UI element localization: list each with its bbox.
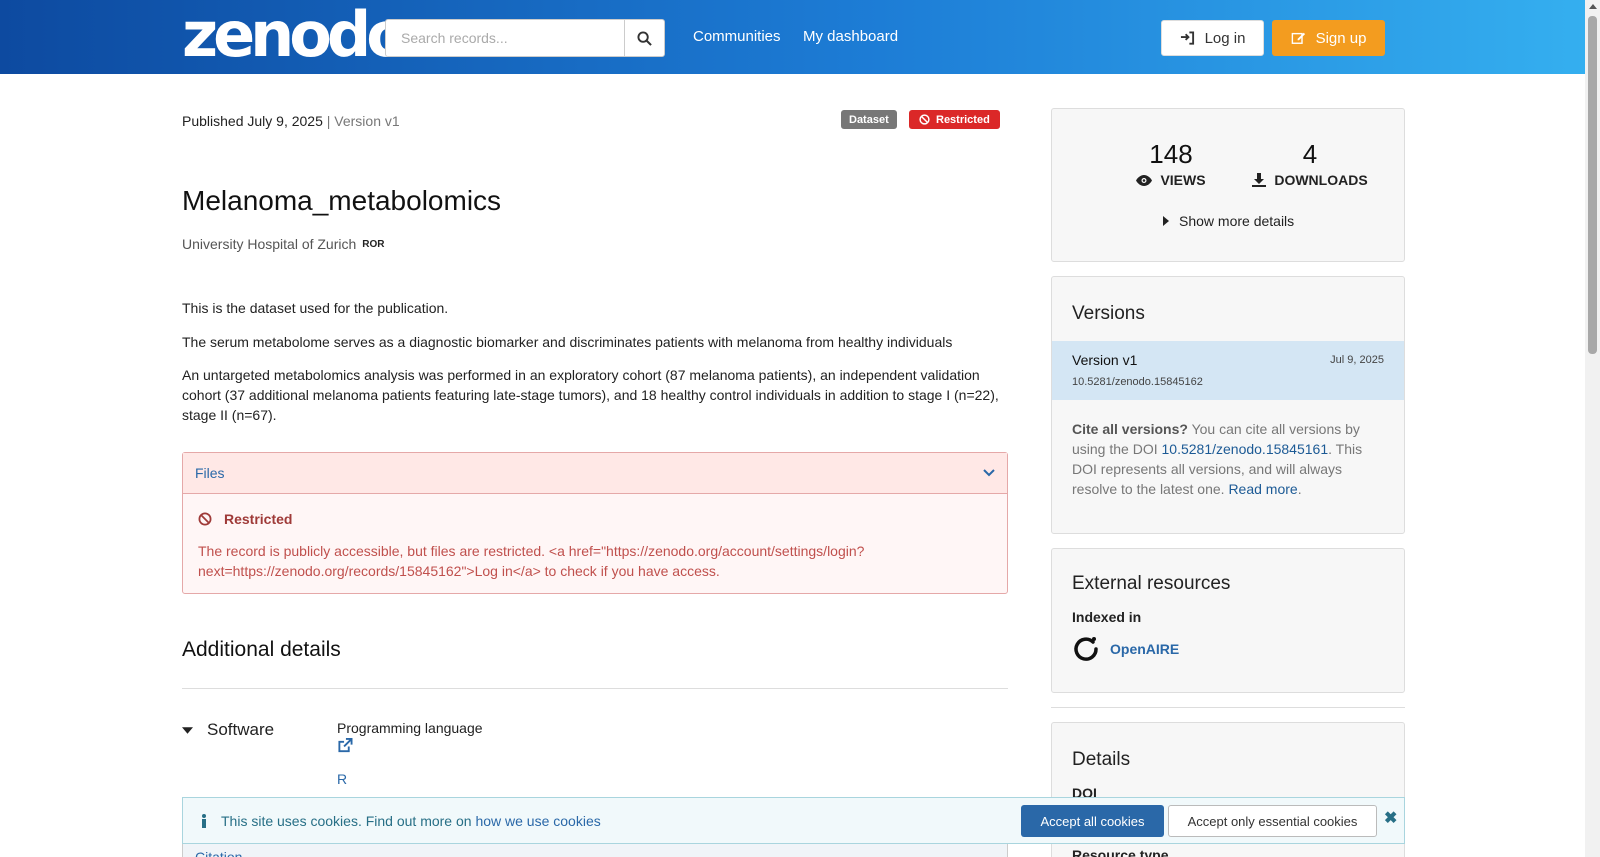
description-paragraph: This is the dataset used for the publica… <box>182 300 449 316</box>
description-paragraph: An untargeted metabolomics analysis was … <box>182 367 999 423</box>
files-panel: Files Restricted The record is publicly … <box>182 452 1008 594</box>
versions-heading: Versions <box>1072 303 1145 324</box>
software-accordion-toggle[interactable]: Software <box>182 720 274 740</box>
eye-icon <box>1136 174 1153 186</box>
cookie-text: This site uses cookies. Find out more on <box>221 813 476 829</box>
openaire-label: OpenAIRE <box>1110 641 1180 657</box>
close-icon[interactable]: ✖ <box>1384 808 1397 828</box>
description-paragraph: The serum metabolome serves as a diagnos… <box>182 334 953 350</box>
indexed-in-label: Indexed in <box>1072 609 1142 625</box>
version-text: | Version v1 <box>326 113 400 129</box>
top-header: zenodo Communities My dashboard Log in S… <box>0 0 1600 74</box>
published-text: Published July 9, 2025 <box>182 113 323 129</box>
nav-communities[interactable]: Communities <box>693 28 781 45</box>
files-accordion-header[interactable]: Files <box>183 453 1007 494</box>
ban-icon <box>198 512 212 526</box>
files-header-label: Files <box>195 465 225 481</box>
info-icon <box>202 814 206 828</box>
caret-down-icon <box>182 726 193 734</box>
version-date: Jul 9, 2025 <box>1330 354 1384 366</box>
accept-all-cookies-button[interactable]: Accept all cookies <box>1021 805 1164 837</box>
resource-type-label: Resource type <box>1072 847 1169 857</box>
published-date: Published July 9, 2025 | Version v1 <box>182 113 400 129</box>
additional-details-heading: Additional details <box>182 638 341 661</box>
signup-label: Sign up <box>1315 29 1367 47</box>
record-title: Melanoma_metabolomics <box>182 185 502 216</box>
access-badge-label: Restricted <box>936 113 990 126</box>
openaire-icon <box>1074 637 1098 661</box>
ban-icon <box>919 114 930 125</box>
search-bar <box>385 19 665 57</box>
search-button[interactable] <box>624 19 665 57</box>
external-link-icon[interactable] <box>337 738 353 756</box>
cite-period: . <box>1297 481 1302 497</box>
concept-doi-link[interactable]: 10.5281/zenodo.15845161 <box>1162 441 1329 457</box>
resource-type-badge: Dataset <box>841 110 897 129</box>
ror-icon[interactable]: ROR <box>362 239 384 250</box>
signup-button[interactable]: Sign up <box>1272 20 1385 56</box>
stats-card: 148 VIEWS 4 DOWNLOADS Show more details <box>1051 108 1405 262</box>
citation-panel[interactable]: Citation <box>182 842 1008 857</box>
page-scrollbar[interactable] <box>1585 0 1600 857</box>
login-button[interactable]: Log in <box>1161 20 1264 56</box>
cookie-message: This site uses cookies. Find out more on… <box>201 813 601 829</box>
cookie-policy-link[interactable]: how we use cookies <box>475 813 600 829</box>
access-badge: Restricted <box>909 110 1000 129</box>
external-resources-card: External resources Indexed in OpenAIRE <box>1051 548 1405 693</box>
login-label: Log in <box>1204 29 1246 47</box>
cite-all-versions: Cite all versions? You can cite all vers… <box>1072 419 1384 499</box>
external-resources-heading: External resources <box>1072 573 1231 594</box>
scroll-up-icon[interactable] <box>1589 4 1597 9</box>
version-doi: 10.5281/zenodo.15845162 <box>1072 376 1203 388</box>
download-icon <box>1252 173 1267 187</box>
downloads-label: DOWNLOADS <box>1274 172 1368 188</box>
zenodo-logo[interactable]: zenodo <box>182 4 409 66</box>
scrollbar-thumb[interactable] <box>1588 16 1597 354</box>
cite-bold: Cite all versions? <box>1072 421 1188 437</box>
search-input[interactable] <box>385 19 625 57</box>
views-label: VIEWS <box>1160 172 1206 188</box>
openaire-link[interactable]: OpenAIRE <box>1072 635 1179 663</box>
caret-right-icon <box>1163 216 1169 226</box>
show-more-details-toggle[interactable]: Show more details <box>1163 213 1294 229</box>
show-more-label: Show more details <box>1179 213 1295 229</box>
restricted-message: The record is publicly accessible, but f… <box>198 543 865 579</box>
search-icon <box>637 30 652 46</box>
restricted-notice-title: Restricted <box>198 511 292 527</box>
sign-in-icon <box>1180 31 1194 45</box>
citation-label: Citation <box>195 849 243 857</box>
affiliation-name[interactable]: University Hospital of Zurich <box>182 236 356 252</box>
views-count: 148 <box>1149 139 1193 169</box>
details-heading: Details <box>1072 749 1131 770</box>
accept-essential-cookies-button[interactable]: Accept only essential cookies <box>1168 805 1377 837</box>
version-label[interactable]: Version v1 <box>1072 352 1137 368</box>
programming-language-label: Programming language <box>337 720 483 736</box>
software-label: Software <box>207 720 275 739</box>
creator-affiliation: University Hospital of Zurich ROR <box>182 236 385 252</box>
nav-my-dashboard[interactable]: My dashboard <box>803 28 898 45</box>
chevron-down-icon <box>983 469 995 477</box>
divider <box>1051 707 1405 708</box>
versions-card: Versions Version v1 Jul 9, 2025 10.5281/… <box>1051 276 1405 534</box>
restricted-title-label: Restricted <box>224 511 293 527</box>
views-stat: 148 VIEWS <box>1116 139 1226 188</box>
downloads-stat: 4 DOWNLOADS <box>1240 139 1380 188</box>
version-item[interactable]: Version v1 Jul 9, 2025 10.5281/zenodo.15… <box>1052 341 1404 400</box>
cookie-banner: This site uses cookies. Find out more on… <box>182 797 1405 844</box>
edit-icon <box>1291 32 1305 44</box>
downloads-count: 4 <box>1302 139 1318 169</box>
language-value-link[interactable]: R <box>337 771 347 787</box>
read-more-link[interactable]: Read more <box>1228 481 1297 497</box>
divider <box>182 688 1008 689</box>
